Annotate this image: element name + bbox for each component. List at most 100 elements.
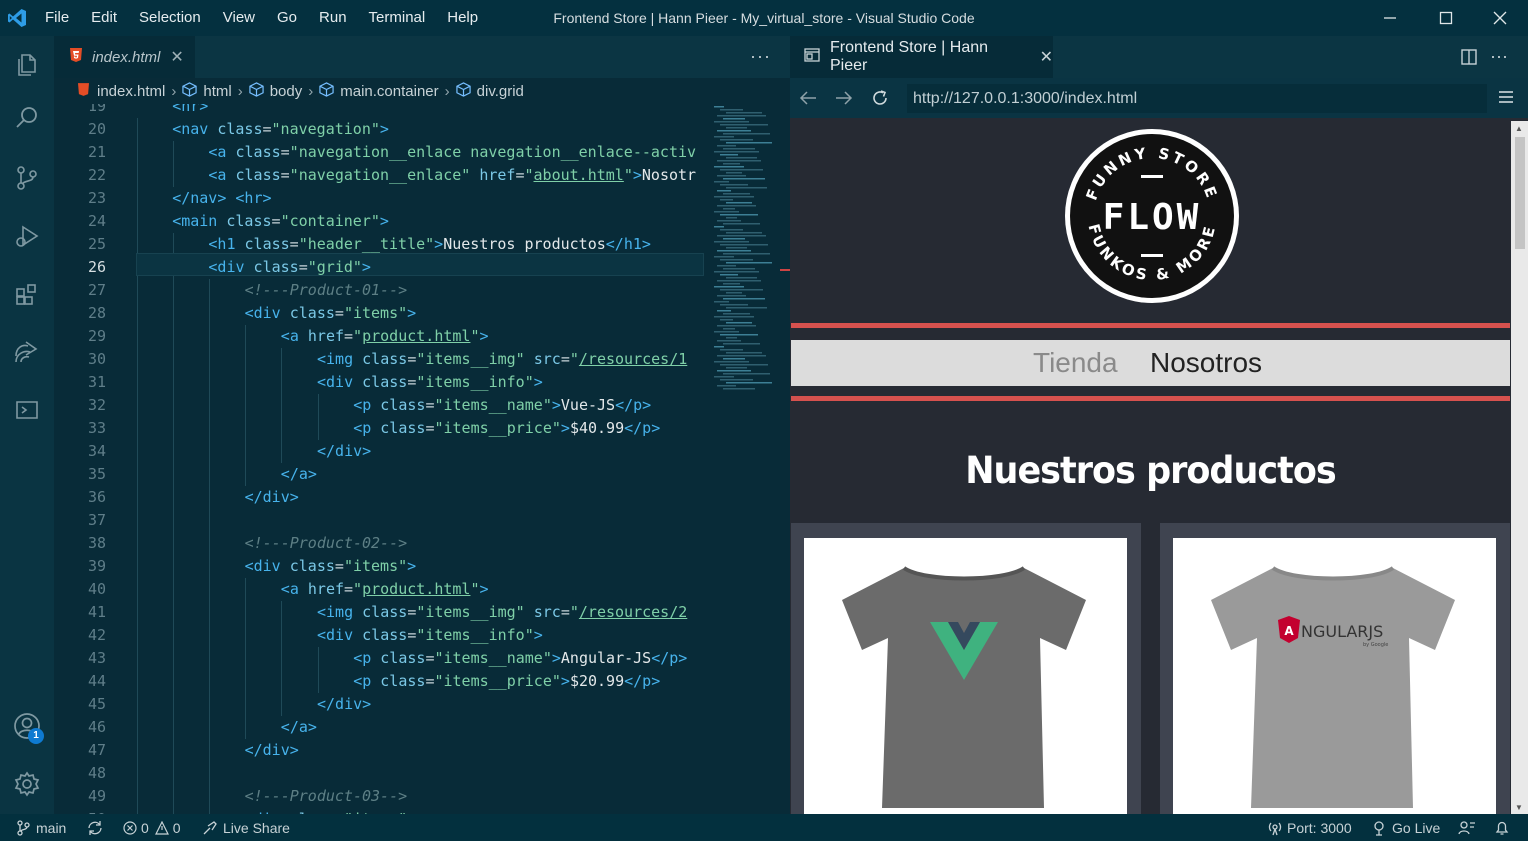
menu-item-edit[interactable]: Edit: [80, 0, 128, 36]
vscode-logo-icon: [0, 0, 34, 36]
product-card-angular[interactable]: A NGULARJS by Google: [1160, 523, 1510, 814]
split-editor-icon[interactable]: [1460, 48, 1478, 71]
forward-arrow-icon[interactable]: [826, 78, 862, 118]
html5-file-icon: [70, 48, 82, 66]
files-icon[interactable]: [0, 38, 54, 90]
line-number: 23: [87, 189, 106, 207]
live-share-button[interactable]: Live Share: [202, 814, 290, 841]
divider-bottom: [791, 396, 1510, 401]
breadcrumb-separator: ›: [171, 82, 177, 100]
title-bar: File Edit Selection View Go Run Terminal Help F…: [0, 0, 1528, 36]
nav-link-tienda[interactable]: Tienda: [1033, 340, 1118, 386]
code-text: </div>: [317, 695, 372, 713]
breadcrumb-item[interactable]: div.grid: [477, 83, 524, 100]
code-line: 45 </div>: [54, 693, 704, 716]
problems-indicator[interactable]: 0 0: [123, 814, 181, 841]
line-number: 44: [87, 672, 106, 690]
menu-item-run[interactable]: Run: [308, 0, 358, 36]
more-actions-icon[interactable]: ···: [750, 46, 771, 67]
code-line: 32 <p class="items__name">Vue-JS</p>: [54, 394, 704, 417]
element-symbol-icon: [455, 81, 477, 101]
extensions-icon[interactable]: [0, 268, 54, 320]
terminal-icon[interactable]: [0, 384, 54, 436]
status-bar: main 0 0 Live Share Port: 3000 Go Live: [0, 814, 1528, 841]
preview-tab-close-icon[interactable]: ✕: [1040, 47, 1053, 67]
web-page[interactable]: FUNNY STORE FUNKOS & MORE FLOW Tienda No…: [791, 121, 1510, 814]
source-control-icon[interactable]: [0, 152, 54, 204]
preview-scroll-thumb[interactable]: [1515, 137, 1525, 249]
code-line: 42 <div class="items__info">: [54, 624, 704, 647]
code-line: 48: [54, 762, 704, 785]
breadcrumb-item[interactable]: main.container: [340, 83, 438, 100]
search-icon[interactable]: [0, 92, 54, 144]
code-text: <hr>: [172, 104, 209, 115]
code-line: 26 <div class="grid">: [54, 256, 704, 279]
divider-top: [791, 323, 1510, 328]
code-text: </nav> <hr>: [172, 189, 272, 207]
run-debug-icon[interactable]: [0, 210, 54, 262]
port-indicator[interactable]: Port: 3000: [1267, 814, 1352, 841]
product-image-vue[interactable]: [804, 538, 1127, 814]
reload-icon[interactable]: [862, 78, 898, 118]
code-text: <!---Product-02-->: [244, 534, 408, 552]
menu-item-go[interactable]: Go: [266, 0, 308, 36]
breadcrumb-item[interactable]: html: [203, 83, 231, 100]
scroll-down-icon[interactable]: ▼: [1515, 803, 1523, 812]
code-line: 24 <main class="container">: [54, 210, 704, 233]
code-line: 31 <div class="items__info">: [54, 371, 704, 394]
feedback-icon[interactable]: [1458, 814, 1476, 841]
back-arrow-icon[interactable]: [790, 78, 826, 118]
notifications-bell-icon[interactable]: [1494, 814, 1510, 841]
preview-tab-label: Frontend Store | Hann Pieer: [830, 39, 989, 74]
code-text: <div class="items">: [244, 557, 417, 575]
line-number: 22: [87, 166, 106, 184]
close-icon[interactable]: [1472, 0, 1528, 36]
code-line: 20 <nav class="navegation">: [54, 118, 704, 141]
code-text: <a class="navegation__enlace navegation_…: [208, 143, 697, 161]
url-input[interactable]: http://127.0.0.1:3000/index.html: [907, 84, 1487, 113]
maximize-icon[interactable]: [1418, 0, 1474, 36]
menu-item-help[interactable]: Help: [436, 0, 489, 36]
breadcrumb-item[interactable]: index.html: [97, 83, 165, 100]
sync-icon[interactable]: [87, 814, 103, 841]
line-number: 39: [87, 557, 106, 575]
branch-indicator[interactable]: main: [16, 814, 66, 841]
product-card-vue[interactable]: [791, 523, 1141, 814]
code-line: 27 <!---Product-01-->: [54, 279, 704, 302]
line-number: 40: [87, 580, 106, 598]
product-image-angular[interactable]: A NGULARJS by Google: [1173, 538, 1496, 814]
line-number: 37: [87, 511, 106, 529]
minimize-icon[interactable]: [1362, 0, 1418, 36]
line-number: 46: [87, 718, 106, 736]
angular-shirt-text: NGULARJS: [1301, 622, 1383, 641]
code-line: 29 <a href="product.html">: [54, 325, 704, 348]
menu-item-terminal[interactable]: Terminal: [358, 0, 437, 36]
preview-more-icon[interactable]: ···: [1490, 46, 1508, 67]
settings-gear-icon[interactable]: [0, 758, 54, 810]
menu-item-selection[interactable]: Selection: [128, 0, 212, 36]
scroll-up-icon[interactable]: ▲: [1515, 124, 1523, 133]
preview-scrollbar[interactable]: ▲ ▼: [1511, 121, 1528, 814]
tab-preview[interactable]: Frontend Store | Hann Pieer ✕: [790, 36, 1053, 78]
menu-hamburger-icon[interactable]: [1498, 89, 1514, 110]
line-number: 35: [87, 465, 106, 483]
breadcrumb-item[interactable]: body: [270, 83, 303, 100]
git-branch-icon: [17, 819, 30, 836]
minimap[interactable]: [704, 104, 790, 814]
code-line: 46 </a>: [54, 716, 704, 739]
go-live-button[interactable]: Go Live: [1371, 814, 1440, 841]
menu-item-file[interactable]: File: [34, 0, 80, 36]
tab-close-icon[interactable]: ✕: [170, 47, 183, 67]
tab-index-html[interactable]: index.html ✕: [54, 36, 195, 78]
menu-item-view[interactable]: View: [212, 0, 266, 36]
line-number: 45: [87, 695, 106, 713]
line-number: 26: [87, 258, 106, 276]
line-number: 27: [87, 281, 106, 299]
account-icon[interactable]: 1: [0, 700, 54, 752]
remote-icon[interactable]: [0, 326, 54, 378]
code-line: 25 <h1 class="header__title">Nuestros pro…: [54, 233, 704, 256]
code-editor[interactable]: 19 <hr> 20 <nav class="navegation"> 21 <a cla…: [54, 104, 704, 814]
nav-link-nosotros[interactable]: Nosotros: [1150, 340, 1262, 386]
code-line: 47 </div>: [54, 739, 704, 762]
page-heading: Nuestros productos: [965, 449, 1337, 493]
